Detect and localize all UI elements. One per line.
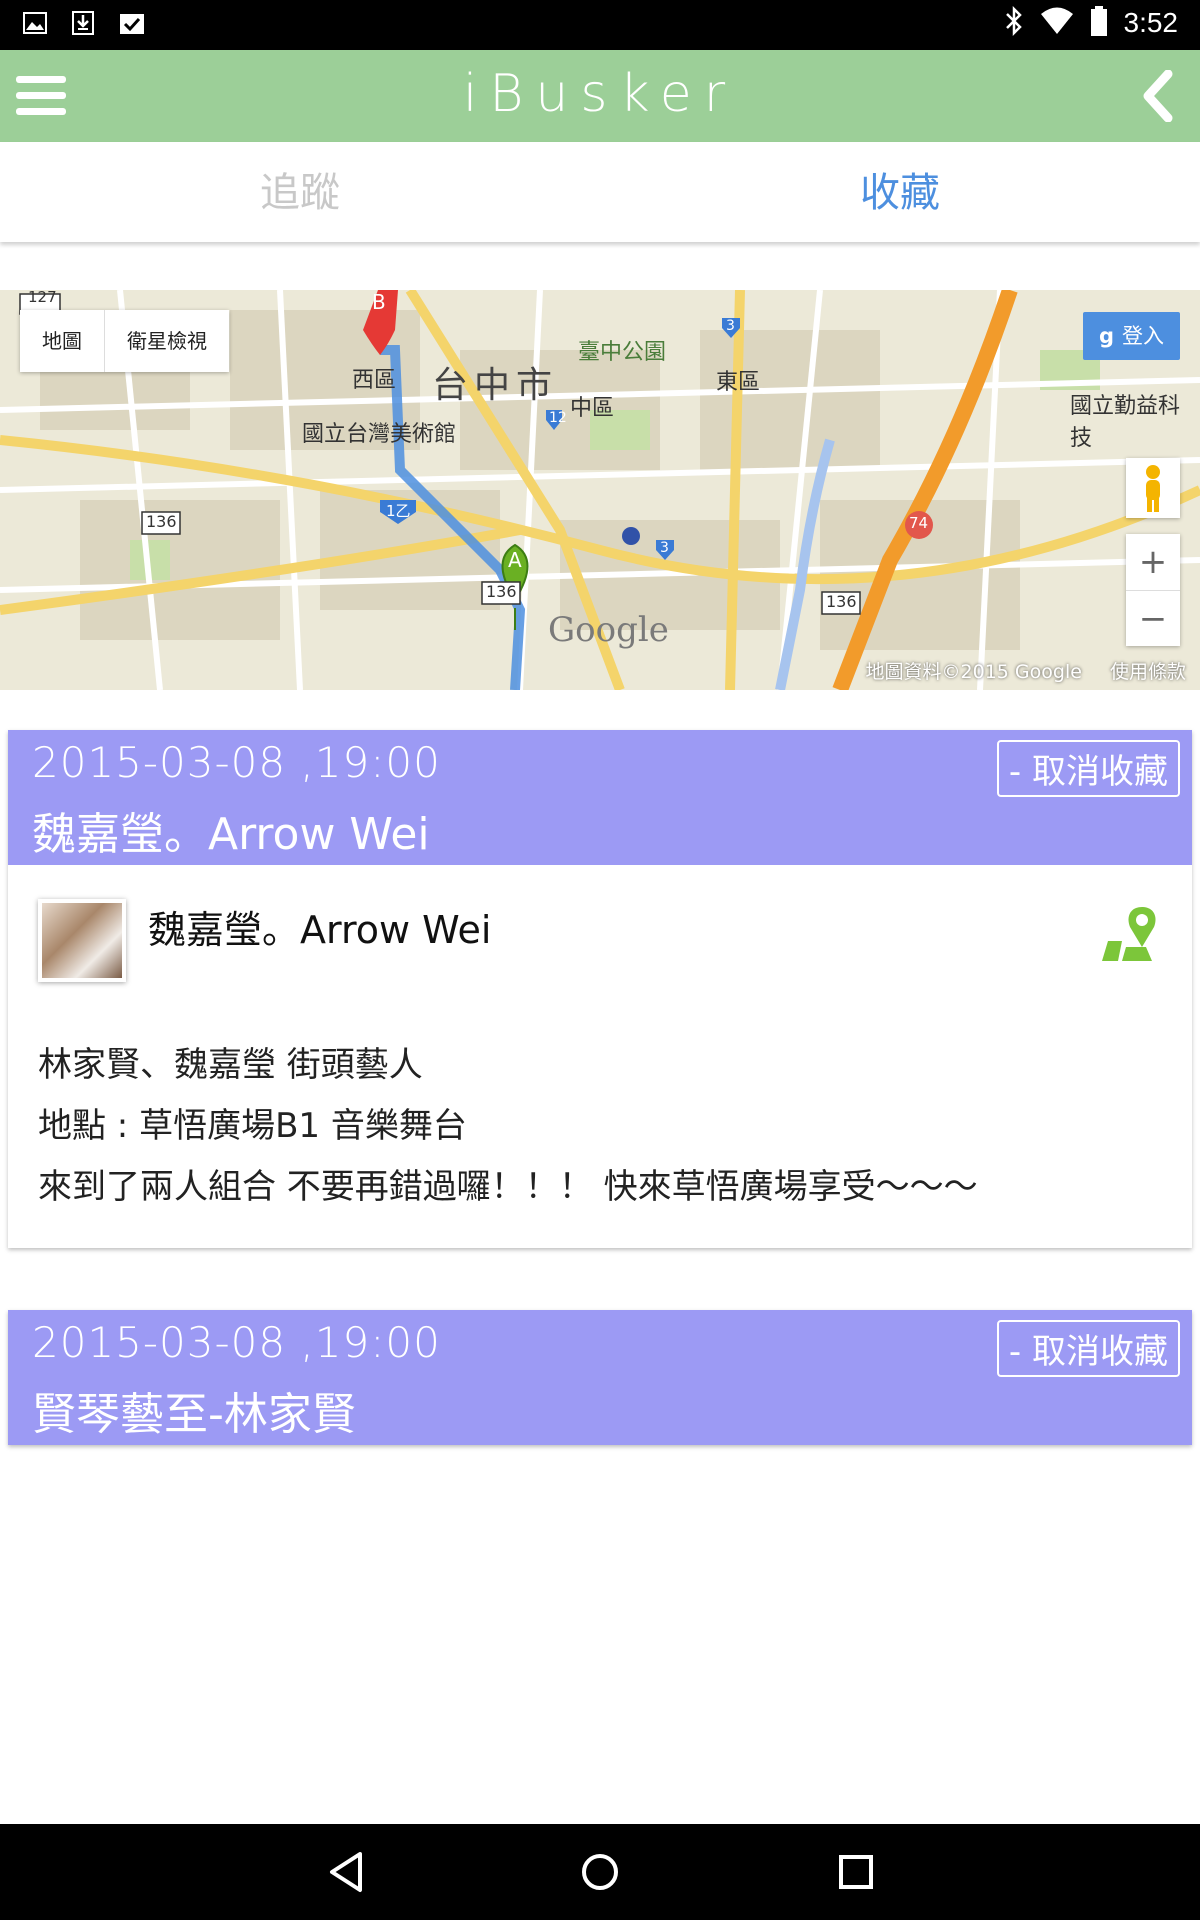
- description-line: 地點 : 草悟廣場B1 音樂舞台: [38, 1106, 467, 1146]
- event-card-header: 2015-03-08 ,19:00 魏嘉瑩。Arrow Wei - 取消收藏: [8, 730, 1192, 865]
- marker-b: B: [372, 290, 386, 314]
- route-shield-12: 12: [549, 410, 567, 426]
- unfavorite-button[interactable]: - 取消收藏: [996, 1320, 1180, 1377]
- terms-link[interactable]: 使用條款: [1110, 661, 1186, 683]
- app-title: iBusker: [462, 64, 738, 124]
- wifi-icon: [1040, 7, 1074, 39]
- street-view-pegman[interactable]: [1126, 458, 1180, 518]
- unfavorite-button[interactable]: - 取消收藏: [996, 740, 1180, 797]
- route-shield-136: 136: [486, 582, 517, 601]
- route-shield-74: 74: [909, 514, 929, 532]
- download-icon: [70, 10, 96, 36]
- route-map[interactable]: 127 136 136 136 12 1乙 3 3 74 B A 台中市 臺中公…: [0, 290, 1200, 690]
- google-plus-icon: g: [1098, 324, 1114, 348]
- map-location-icon[interactable]: [1100, 905, 1164, 963]
- map-label-museum: 國立台灣美術館: [302, 422, 457, 447]
- event-card-header: 2015-03-08 ,19:00 賢琴藝至-林家賢 - 取消收藏: [8, 1310, 1192, 1445]
- google-logo: Google: [548, 610, 669, 650]
- route-shield-136: 136: [146, 512, 177, 531]
- zoom-in-button[interactable]: +: [1126, 534, 1180, 590]
- map-type-map[interactable]: 地圖: [20, 310, 104, 372]
- map-label-city: 台中市: [432, 365, 559, 406]
- map-attribution: 地圖資料©2015 Google 使用條款: [866, 657, 1186, 684]
- pegman-icon: [1146, 465, 1160, 512]
- map-label-central: 中區: [570, 396, 615, 421]
- clock: 3:52: [1123, 7, 1179, 38]
- tab-bar: 追蹤 收藏: [0, 142, 1200, 242]
- tab-follow[interactable]: 追蹤: [0, 160, 600, 218]
- marker-a: A: [508, 548, 522, 572]
- event-description: 林家賢、魏嘉瑩 街頭藝人 地點 : 草悟廣場B1 音樂舞台 來到了兩人組合 不要…: [38, 1035, 978, 1218]
- signin-label: 登入: [1122, 324, 1164, 348]
- avatar[interactable]: [38, 899, 126, 982]
- zoom-control: + −: [1126, 534, 1180, 646]
- zoom-out-button[interactable]: −: [1126, 590, 1180, 647]
- circle-home-icon[interactable]: [572, 1844, 628, 1900]
- map-type-control: 地圖 衛星檢視: [20, 310, 229, 372]
- system-nav-bar: [0, 1824, 1200, 1920]
- map-label-park: 臺中公園: [578, 340, 667, 365]
- event-card-body: 魏嘉瑩。Arrow Wei 林家賢、魏嘉瑩 街頭藝人 地點 : 草悟廣場B1 音…: [8, 865, 1192, 1248]
- route-shield-127: 127: [28, 290, 57, 306]
- route-shield-3: 3: [660, 540, 669, 556]
- map-type-satellite[interactable]: 衛星檢視: [104, 310, 229, 372]
- google-signin-button[interactable]: g 登入: [1082, 312, 1180, 360]
- description-line: 林家賢、魏嘉瑩 街頭藝人: [38, 1045, 423, 1085]
- map-label-west: 西區: [352, 368, 397, 393]
- event-title: 賢琴藝至-林家賢: [32, 1389, 356, 1440]
- image-notification-icon: [22, 10, 48, 36]
- route-shield-3: 3: [726, 318, 735, 334]
- event-card[interactable]: 2015-03-08 ,19:00 賢琴藝至-林家賢 - 取消收藏: [8, 1310, 1192, 1445]
- event-card[interactable]: 2015-03-08 ,19:00 魏嘉瑩。Arrow Wei - 取消收藏 魏…: [8, 730, 1192, 1248]
- app-bar: iBusker: [0, 50, 1200, 142]
- status-bar: 3:52: [0, 0, 1200, 50]
- map-label-university: 國立勤益科技: [1070, 394, 1181, 451]
- performer-name: 魏嘉瑩。Arrow Wei: [148, 908, 492, 952]
- map-label-east: 東區: [716, 370, 761, 395]
- triangle-back-icon[interactable]: [320, 1844, 376, 1900]
- event-title: 魏嘉瑩。Arrow Wei: [32, 809, 430, 860]
- tab-favorites[interactable]: 收藏: [600, 160, 1200, 218]
- square-recents-icon[interactable]: [828, 1844, 884, 1900]
- clipboard-check-icon: [118, 10, 144, 36]
- event-datetime: 2015-03-08 ,19:00: [32, 738, 441, 787]
- event-datetime: 2015-03-08 ,19:00: [32, 1318, 441, 1367]
- attribution-text: 地圖資料©2015 Google: [865, 661, 1082, 683]
- notification-icons: [22, 10, 144, 36]
- route-shield-136: 136: [826, 592, 857, 611]
- chevron-left-icon[interactable]: [1134, 69, 1186, 123]
- bluetooth-icon: [1004, 5, 1024, 40]
- battery-icon: [1090, 6, 1108, 40]
- description-line: 來到了兩人組合 不要再錯過囉！！！ 快來草悟廣場享受〜〜〜: [38, 1167, 978, 1207]
- route-shield-1: 1乙: [386, 502, 411, 520]
